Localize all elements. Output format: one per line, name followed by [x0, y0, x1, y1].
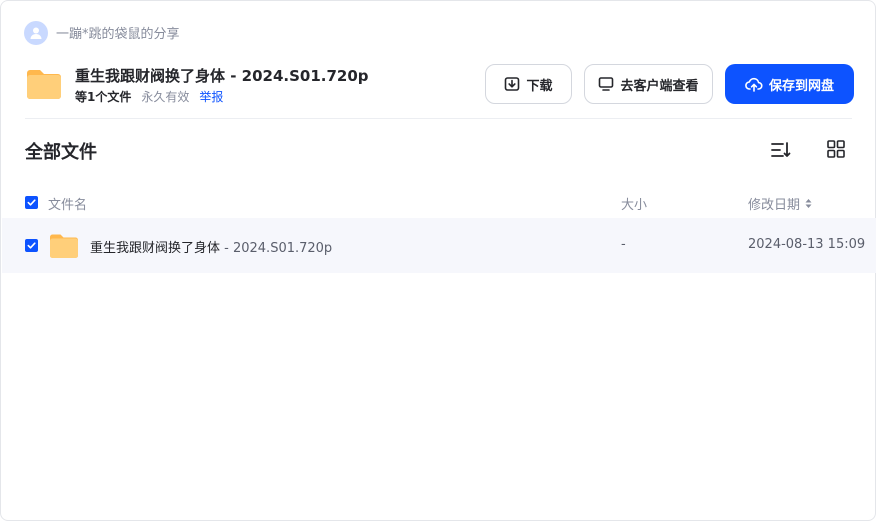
- save-to-drive-button[interactable]: 保存到网盘: [725, 64, 854, 104]
- report-link[interactable]: 举报: [199, 88, 223, 105]
- open-in-client-button[interactable]: 去客户端查看: [584, 64, 713, 104]
- share-meta: 等1个文件 永久有效 举报: [75, 88, 223, 105]
- header-divider: [25, 118, 852, 119]
- download-icon: [505, 77, 520, 91]
- sharer-name: 一蹦*跳的袋鼠的分享: [56, 27, 180, 42]
- column-header-date-label: 修改日期: [748, 198, 801, 213]
- folder-icon: [49, 231, 79, 261]
- save-to-drive-label: 保存到网盘: [768, 78, 834, 94]
- select-all-checkbox[interactable]: [25, 196, 38, 209]
- file-name-suffix: - 2024.S01.720p: [220, 241, 333, 256]
- sharer-info: 一蹦*跳的袋鼠的分享: [24, 20, 180, 45]
- column-header-date[interactable]: 修改日期: [748, 194, 812, 213]
- table-row[interactable]: 重生我跟财阀换了身体 - 2024.S01.720p - 2024-08-13 …: [2, 218, 876, 273]
- sort-arrows-icon: [805, 199, 812, 208]
- monitor-icon: [599, 77, 614, 91]
- share-page: 一蹦*跳的袋鼠的分享 重生我跟财阀换了身体 - 2024.S01.720p 等1…: [0, 0, 876, 521]
- download-button[interactable]: 下载: [485, 64, 572, 104]
- file-name-main: 重生我跟财阀换了身体: [90, 241, 221, 256]
- file-modified-date: 2024-08-13 15:09: [748, 237, 866, 252]
- download-label: 下载: [526, 78, 553, 94]
- open-in-client-label: 去客户端查看: [620, 78, 699, 94]
- file-name[interactable]: 重生我跟财阀换了身体 - 2024.S01.720p: [90, 237, 332, 256]
- file-count: 等1个文件: [75, 90, 132, 104]
- check-icon: [27, 242, 36, 249]
- cloud-upload-icon: [745, 77, 763, 92]
- validity-text: 永久有效: [141, 90, 190, 104]
- table-header: 文件名 大小 修改日期: [1, 186, 875, 218]
- share-title: 重生我跟财阀换了身体 - 2024.S01.720p: [75, 67, 369, 85]
- column-header-name[interactable]: 文件名: [48, 194, 87, 213]
- user-avatar-icon: [24, 20, 48, 45]
- file-size: -: [621, 237, 626, 252]
- column-header-size[interactable]: 大小: [621, 194, 647, 213]
- folder-icon: [25, 65, 63, 103]
- check-icon: [27, 199, 36, 206]
- sort-icon[interactable]: [769, 139, 791, 161]
- section-title: 全部文件: [25, 142, 97, 163]
- grid-view-icon[interactable]: [826, 139, 846, 159]
- row-checkbox[interactable]: [25, 239, 38, 252]
